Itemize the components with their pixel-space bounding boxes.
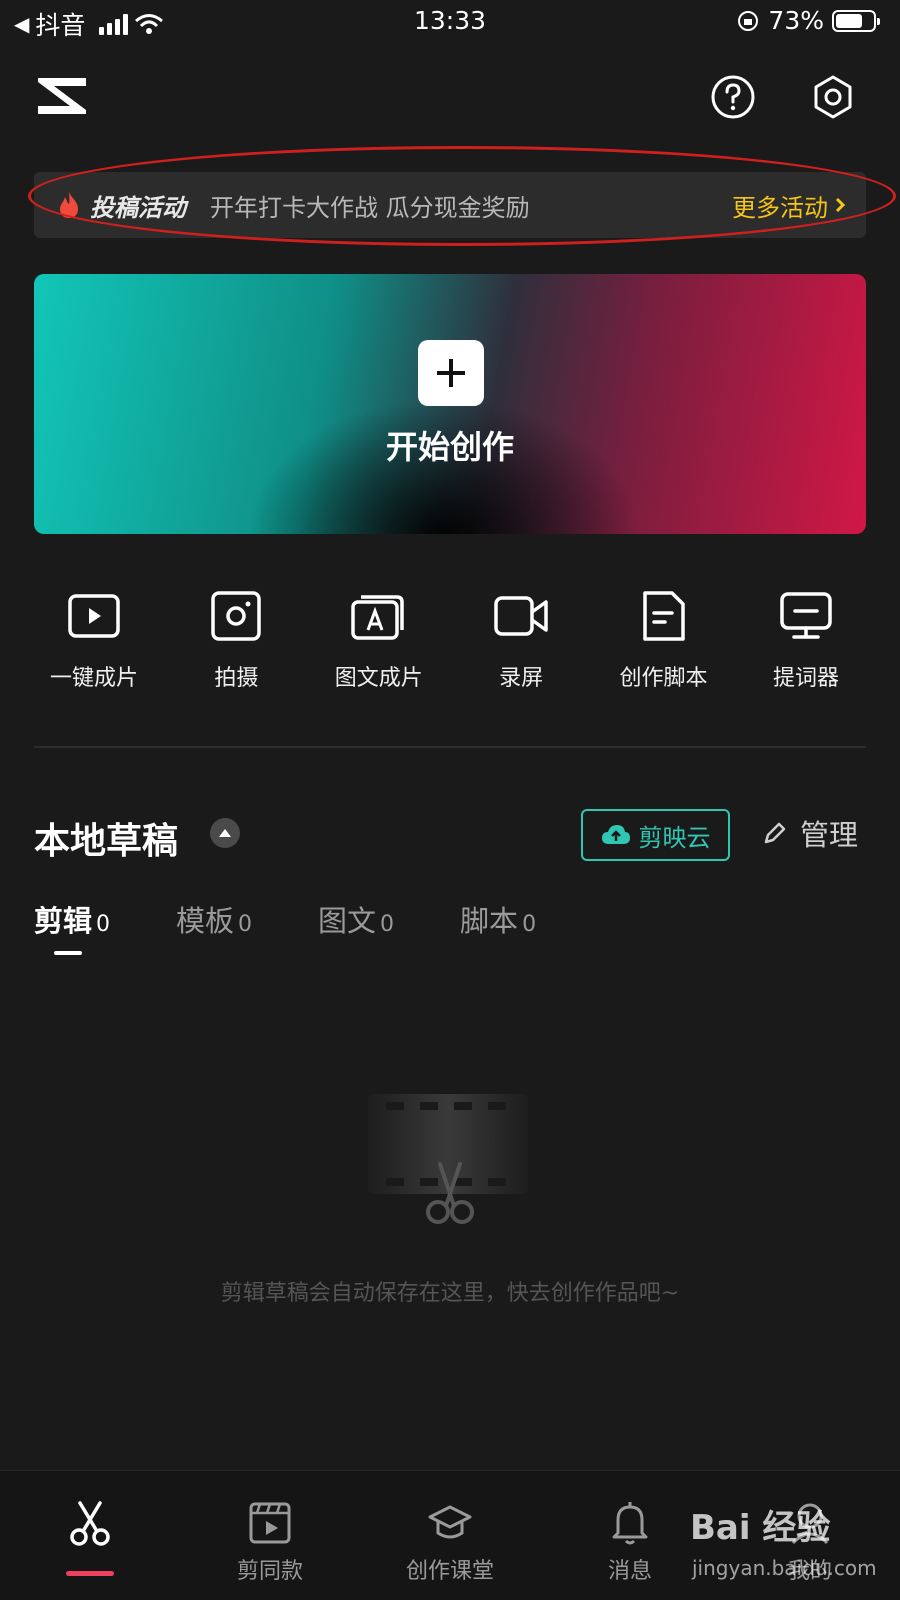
status-bar: ◀ 抖音 13:33 73% — [0, 0, 900, 46]
tool-text-to-video[interactable]: 图文成片 — [319, 590, 439, 692]
script-icon — [642, 591, 685, 641]
nav-label: 消息 — [607, 1559, 652, 1584]
nav-school[interactable]: 创作课堂 — [360, 1471, 540, 1600]
local-drafts-title: 本地草稿 — [34, 821, 179, 862]
more-activities-link[interactable]: 更多活动 — [732, 188, 846, 223]
activity-banner[interactable]: 投稿活动 开年打卡大作战 瓜分现金奖励 更多活动 — [34, 172, 866, 238]
manage-label: 管理 — [800, 818, 859, 852]
nav-edit[interactable] — [0, 1471, 180, 1600]
tool-row: 一键成片 拍摄 图文成片 录屏 创作脚本 提词器 — [34, 590, 866, 692]
active-nav-indicator — [66, 1571, 114, 1576]
tab-label: 脚本 — [460, 904, 519, 938]
tool-one-click-video[interactable]: 一键成片 — [34, 590, 154, 692]
tool-label: 创作脚本 — [619, 666, 708, 691]
cloud-upload-icon — [601, 825, 630, 844]
tab-template[interactable]: 模板 0 — [176, 898, 252, 940]
help-icon[interactable] — [710, 74, 756, 120]
collapse-toggle[interactable] — [210, 818, 240, 848]
triangle-up-icon — [219, 829, 231, 837]
cloud-button[interactable]: 剪映云 — [581, 809, 730, 861]
tool-label: 图文成片 — [334, 666, 423, 691]
start-create-label: 开始创作 — [385, 428, 514, 466]
bell-icon — [612, 1502, 648, 1545]
tab-count: 0 — [96, 912, 111, 937]
scissors-icon — [70, 1501, 110, 1546]
nav-label: 剪同款 — [236, 1559, 303, 1584]
empty-film-scissors-icon — [368, 1094, 528, 1224]
battery-percent: 73% — [768, 6, 824, 35]
fire-icon — [60, 192, 78, 218]
screen-record-icon — [494, 596, 548, 636]
divider — [34, 746, 866, 748]
teleprompter-icon — [780, 592, 832, 639]
tab-label: 模板 — [176, 904, 235, 938]
tab-script[interactable]: 脚本 0 — [460, 898, 536, 940]
battery-icon — [832, 9, 880, 32]
capcut-logo-icon — [38, 78, 86, 114]
graduation-cap-icon — [428, 1505, 472, 1539]
tab-count: 0 — [238, 912, 253, 937]
settings-icon[interactable] — [810, 74, 856, 120]
tab-count: 0 — [522, 912, 537, 937]
tab-label: 剪辑 — [34, 904, 93, 938]
tool-label: 录屏 — [499, 666, 544, 691]
empty-drafts-message: 剪辑草稿会自动保存在这里，快去创作作品吧~ — [220, 1281, 680, 1306]
start-create-card[interactable]: 开始创作 — [34, 274, 866, 534]
plus-icon — [418, 340, 484, 406]
text-to-video-icon — [351, 595, 404, 640]
rotation-lock-icon — [738, 10, 759, 31]
one-click-video-icon — [68, 594, 120, 638]
tool-teleprompter[interactable]: 提词器 — [746, 590, 866, 692]
tool-label: 一键成片 — [49, 666, 138, 691]
tab-edit[interactable]: 剪辑 0 — [34, 898, 110, 940]
manage-button[interactable]: 管理 — [762, 812, 858, 854]
watermark-brand: Bai 经验 — [690, 1508, 831, 1548]
tool-script[interactable]: 创作脚本 — [604, 590, 724, 692]
pencil-icon — [764, 822, 786, 844]
watermark-url: jingyan.baidu.com — [692, 1556, 877, 1580]
chevron-right-icon — [835, 197, 846, 213]
camera-icon — [211, 591, 262, 641]
tool-screen-record[interactable]: 录屏 — [461, 590, 581, 692]
tool-label: 拍摄 — [214, 666, 259, 691]
draft-tabs: 剪辑 0 模板 0 图文 0 脚本 0 — [34, 898, 602, 940]
banner-description: 开年打卡大作战 瓜分现金奖励 — [210, 193, 530, 222]
template-icon — [249, 1502, 291, 1544]
tab-count: 0 — [380, 912, 395, 937]
nav-template[interactable]: 剪同款 — [180, 1471, 360, 1600]
more-activities-label: 更多活动 — [732, 193, 828, 222]
tool-label: 提词器 — [772, 666, 839, 691]
tool-camera[interactable]: 拍摄 — [176, 590, 296, 692]
cloud-button-label: 剪映云 — [638, 823, 711, 852]
nav-label: 创作课堂 — [405, 1559, 494, 1584]
banner-tag: 投稿活动 — [90, 193, 186, 222]
active-tab-indicator — [54, 951, 82, 955]
tab-label: 图文 — [318, 904, 377, 938]
tab-image-text[interactable]: 图文 0 — [318, 898, 394, 940]
